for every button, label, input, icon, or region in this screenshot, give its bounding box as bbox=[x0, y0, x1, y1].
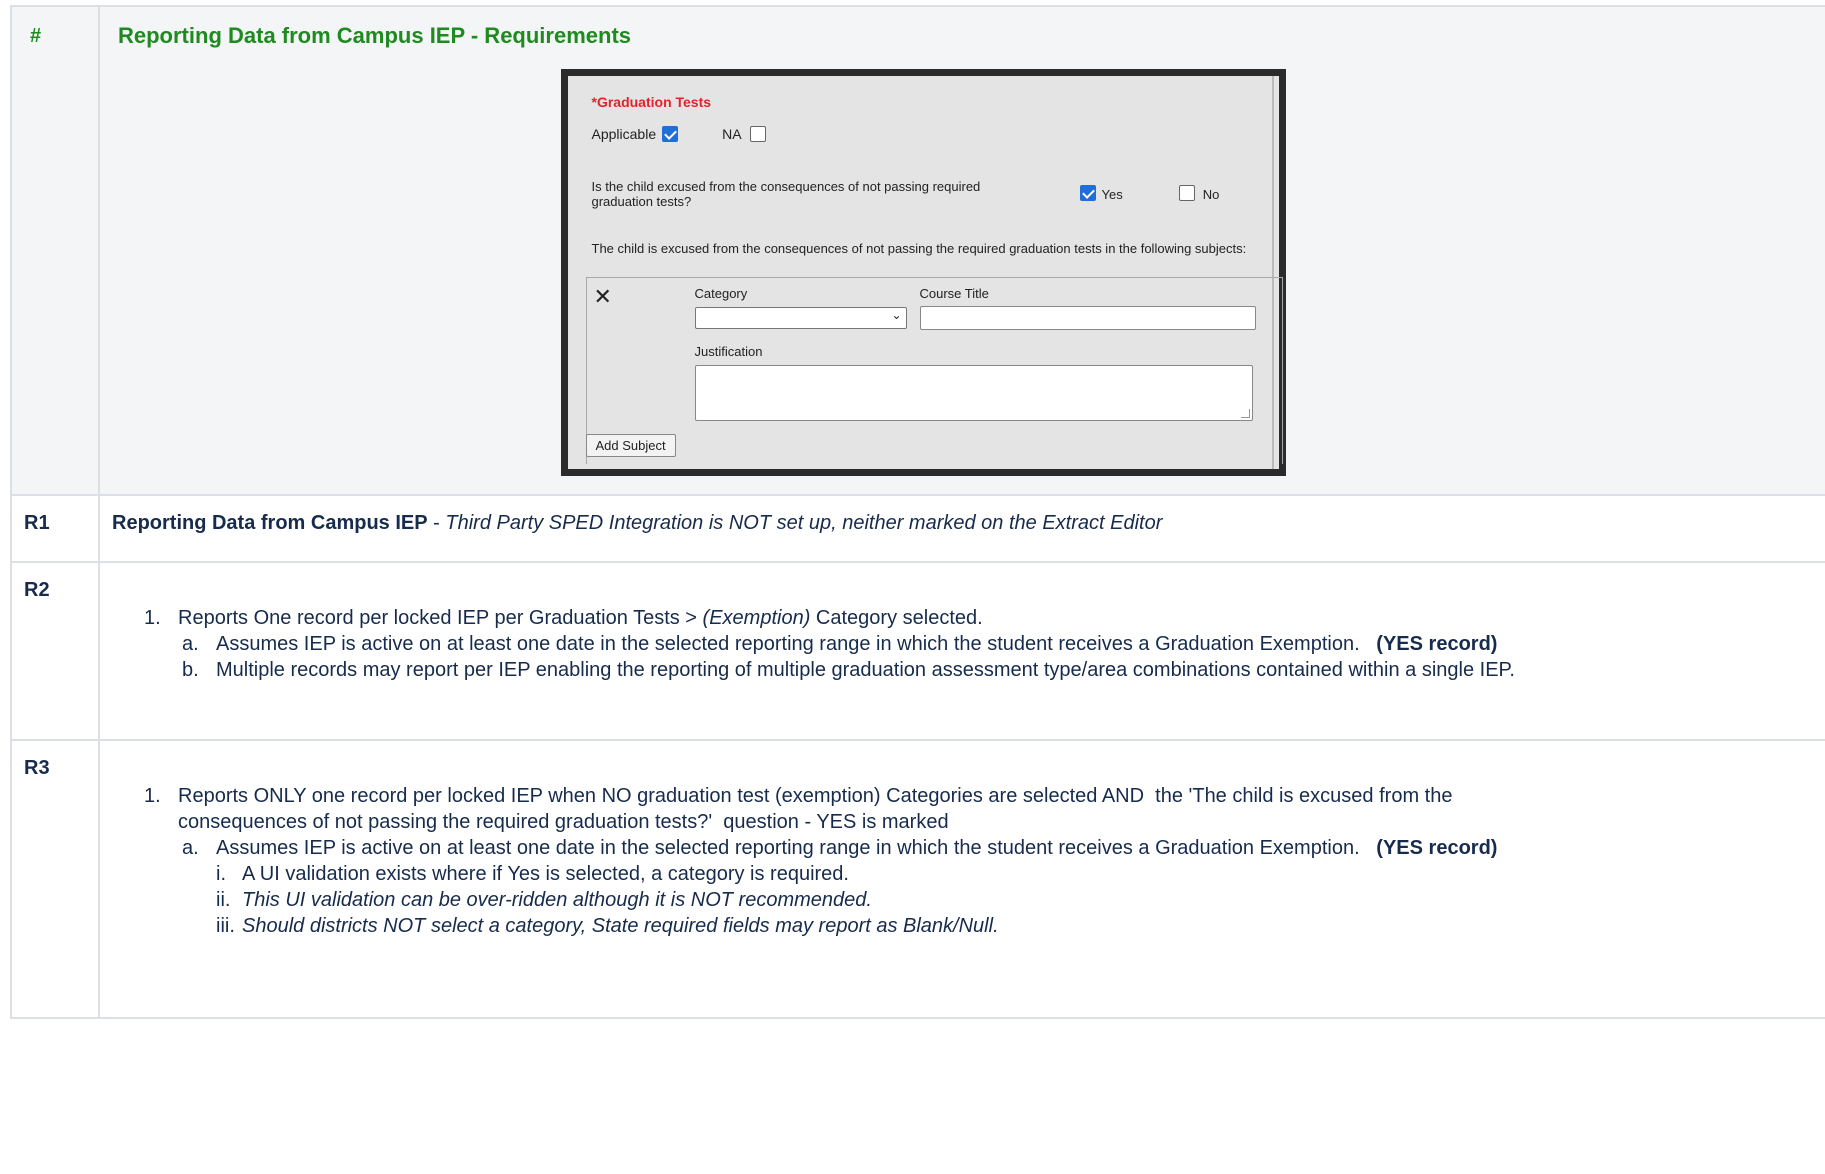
r1-italic: Third Party SPED Integration is NOT set … bbox=[445, 512, 1163, 534]
row-num: R1 bbox=[10, 494, 100, 563]
list-marker: ii. bbox=[216, 889, 231, 911]
r3-i-text: A UI validation exists where if Yes is s… bbox=[242, 863, 849, 885]
list-marker: a. bbox=[182, 837, 199, 859]
course-title-input[interactable] bbox=[919, 306, 1256, 330]
list-item: iii. Should districts NOT select a categ… bbox=[216, 913, 1584, 939]
row-num: R2 bbox=[10, 561, 100, 741]
r3-iii-text: Should districts NOT select a category, … bbox=[242, 915, 999, 937]
yes-label: Yes bbox=[1101, 187, 1123, 202]
justification-label: Justification bbox=[694, 344, 763, 359]
category-label: Category bbox=[694, 286, 748, 301]
r3-a-bold: (YES record) bbox=[1376, 837, 1498, 859]
yes-no-group: Yes No bbox=[1079, 183, 1220, 202]
add-subject-button[interactable]: Add Subject bbox=[585, 434, 676, 457]
requirement-row-r3: R3 1. Reports ONLY one record per locked… bbox=[10, 739, 1825, 1019]
close-icon[interactable]: ✕ bbox=[594, 286, 612, 308]
graduation-tests-screenshot: *Graduation Tests Applicable NA Is the c… bbox=[560, 69, 1286, 476]
na-label: NA bbox=[722, 126, 742, 142]
row-content: Reporting Data from Campus IEP - Third P… bbox=[98, 494, 1825, 563]
header-cell: Reporting Data from Campus IEP - Require… bbox=[98, 5, 1825, 496]
yes-checkbox[interactable] bbox=[1079, 184, 1096, 201]
excused-question: Is the child excused from the consequenc… bbox=[591, 179, 981, 209]
justification-textarea[interactable] bbox=[694, 365, 1253, 421]
list-marker: 1. bbox=[144, 607, 161, 629]
list-marker: a. bbox=[182, 633, 199, 655]
r3-item1-text: Reports ONLY one record per locked IEP w… bbox=[178, 785, 1459, 833]
screenshot-wrapper: *Graduation Tests Applicable NA Is the c… bbox=[100, 49, 1746, 476]
header-row: # Reporting Data from Campus IEP - Requi… bbox=[10, 5, 1825, 496]
applicable-checkbox[interactable] bbox=[662, 126, 679, 142]
graduation-tests-title: *Graduation Tests bbox=[591, 94, 712, 110]
r2-a-bold: (YES record) bbox=[1376, 633, 1498, 655]
no-checkbox[interactable] bbox=[1178, 184, 1195, 201]
list-item: b. Multiple records may report per IEP e… bbox=[182, 657, 1584, 683]
r2-item1-post: Category selected. bbox=[810, 607, 983, 629]
header-title: Reporting Data from Campus IEP - Require… bbox=[118, 23, 632, 48]
r3-ii-text: This UI validation can be over-ridden al… bbox=[242, 889, 872, 911]
chevron-down-icon: ⌄ bbox=[891, 308, 902, 322]
row-content: 1. Reports One record per locked IEP per… bbox=[98, 561, 1825, 741]
list-item: 1. Reports ONLY one record per locked IE… bbox=[144, 783, 1584, 835]
list-item: ii. This UI validation can be over-ridde… bbox=[216, 887, 1584, 913]
r1-sep: - bbox=[427, 512, 446, 534]
list-item-text: Reports One record per locked IEP per Gr… bbox=[178, 605, 983, 631]
requirement-row-r2: R2 1. Reports One record per locked IEP … bbox=[10, 561, 1825, 741]
requirement-row-r1: R1 Reporting Data from Campus IEP - Thir… bbox=[10, 494, 1825, 563]
resize-handle-icon[interactable] bbox=[1240, 409, 1250, 418]
requirements-table: # Reporting Data from Campus IEP - Requi… bbox=[10, 5, 1825, 1019]
applicable-label: Applicable bbox=[591, 126, 657, 142]
r2-a-text: Assumes IEP is active on at least one da… bbox=[216, 633, 1360, 655]
r3-a-text: Assumes IEP is active on at least one da… bbox=[216, 837, 1360, 859]
r2-b-text: Multiple records may report per IEP enab… bbox=[216, 659, 1515, 681]
course-title-label: Course Title bbox=[919, 286, 989, 301]
r2-item1-text: Reports One record per locked IEP per Gr… bbox=[178, 607, 703, 629]
list-item: i. A UI validation exists where if Yes i… bbox=[216, 861, 1584, 887]
category-select[interactable]: ⌄ bbox=[694, 307, 907, 329]
applicable-row: Applicable NA bbox=[592, 126, 766, 142]
row-num: R3 bbox=[10, 739, 100, 1019]
r1-bold: Reporting Data from Campus IEP bbox=[112, 512, 428, 534]
list-item: a. Assumes IEP is active on at least one… bbox=[182, 835, 1584, 861]
row-content: 1. Reports ONLY one record per locked IE… bbox=[98, 739, 1825, 1019]
subjects-text: The child is excused from the consequenc… bbox=[591, 241, 1247, 256]
subject-box: ✕ Category Course Title ⌄ Justification bbox=[585, 277, 1283, 464]
list-item: 1. Reports One record per locked IEP per… bbox=[144, 605, 1584, 631]
list-item-text: Assumes IEP is active on at least one da… bbox=[216, 835, 1497, 861]
no-label: No bbox=[1202, 187, 1220, 202]
list-marker: b. bbox=[182, 659, 199, 681]
list-marker: iii. bbox=[216, 915, 235, 937]
list-item-text: Assumes IEP is active on at least one da… bbox=[216, 631, 1497, 657]
r2-item1-italic: (Exemption) bbox=[702, 607, 811, 629]
list-marker: 1. bbox=[144, 785, 161, 807]
na-checkbox[interactable] bbox=[749, 126, 766, 142]
header-num: # bbox=[10, 5, 100, 496]
list-item: a. Assumes IEP is active on at least one… bbox=[182, 631, 1584, 657]
list-marker: i. bbox=[216, 863, 226, 885]
